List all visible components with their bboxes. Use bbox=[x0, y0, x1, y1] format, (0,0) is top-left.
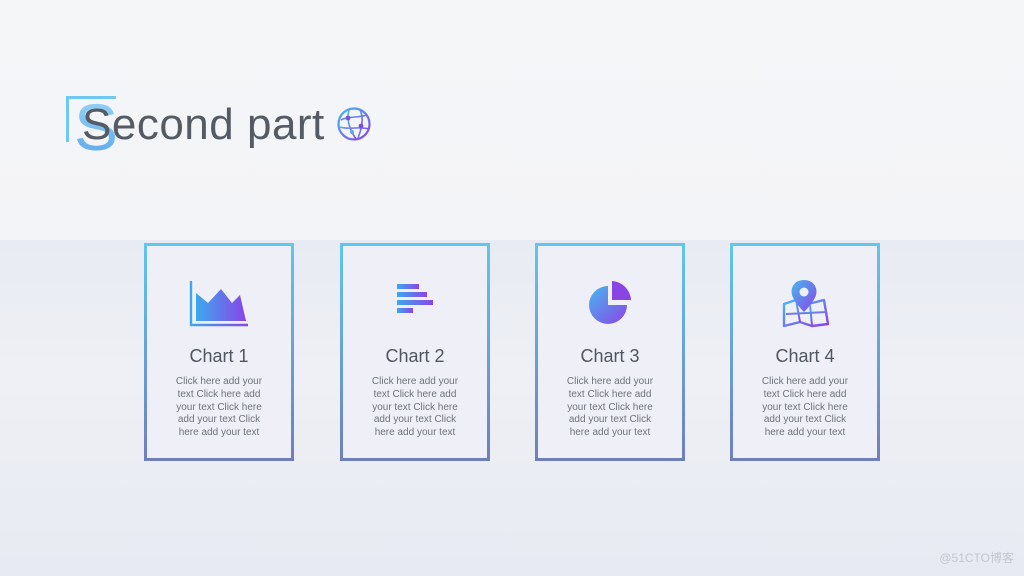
title-rest: econd part bbox=[111, 100, 325, 149]
chart-card-3[interactable]: Chart 3 Click here add your text Click h… bbox=[535, 243, 685, 461]
card-description: Click here add your text Click here add … bbox=[175, 376, 263, 439]
area-chart-icon bbox=[189, 281, 248, 327]
chart-card-2[interactable]: Chart 2 Click here add your text Click h… bbox=[340, 243, 490, 461]
page-title: S Second part bbox=[64, 92, 404, 162]
title-letter-overlay: S bbox=[82, 100, 112, 149]
card-title: Chart 3 bbox=[580, 346, 640, 366]
card-description: Click here add your text Click here add … bbox=[566, 376, 654, 439]
chart-card-4[interactable]: Chart 4 Click here add your text Click h… bbox=[730, 243, 880, 461]
card-title: Chart 4 bbox=[775, 346, 835, 366]
globe-network-icon bbox=[337, 107, 371, 141]
pie-chart-icon bbox=[589, 281, 631, 324]
horizontal-bar-chart-icon bbox=[391, 281, 439, 325]
card-description: Click here add your text Click here add … bbox=[371, 376, 459, 439]
card-description: Click here add your text Click here add … bbox=[761, 376, 849, 439]
chart-card-1[interactable]: Chart 1 Click here add your text Click h… bbox=[144, 243, 294, 461]
map-pin-icon bbox=[782, 280, 830, 328]
card-title: Chart 1 bbox=[189, 346, 249, 366]
title-text: Second part bbox=[82, 100, 325, 150]
card-title: Chart 2 bbox=[385, 346, 445, 366]
watermark: @51CTO博客 bbox=[939, 551, 1014, 565]
